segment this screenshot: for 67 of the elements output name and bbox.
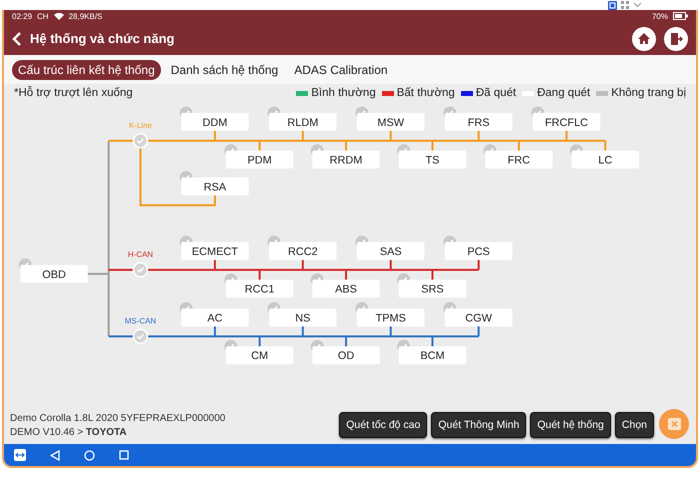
close-icon bbox=[668, 418, 680, 430]
exit-icon bbox=[669, 32, 683, 46]
battery-icon bbox=[673, 12, 688, 20]
module-node[interactable]: SAS bbox=[356, 242, 424, 260]
clock-period: CH bbox=[37, 12, 49, 21]
scan-button[interactable]: Quét hệ thống bbox=[530, 412, 611, 438]
legend-label: Bình thường bbox=[311, 87, 376, 100]
scan-button[interactable]: Chọn bbox=[614, 412, 654, 438]
network-speed: 28,9KB/S bbox=[68, 12, 102, 21]
check-icon bbox=[132, 134, 148, 149]
bus-label: K-Line bbox=[128, 121, 152, 130]
module-node[interactable]: OBD bbox=[20, 265, 88, 284]
legend-label: Đã quét bbox=[476, 87, 516, 100]
remote-app-icon[interactable] bbox=[14, 449, 26, 462]
tab[interactable]: ADAS Calibration bbox=[288, 60, 394, 80]
module-node[interactable]: RSA bbox=[181, 178, 249, 196]
clock: 02:29 bbox=[12, 12, 32, 21]
scan-button[interactable]: Quét Thông Minh bbox=[431, 412, 526, 438]
module-node[interactable]: CGW bbox=[444, 309, 512, 327]
module-node[interactable]: RCC2 bbox=[269, 242, 337, 260]
module-node[interactable]: PDM bbox=[226, 151, 294, 170]
tab[interactable]: Danh sách hệ thống bbox=[164, 60, 284, 80]
module-node[interactable]: RRDM bbox=[312, 151, 380, 170]
module-node[interactable]: CM bbox=[226, 346, 294, 365]
home-button[interactable] bbox=[632, 26, 656, 51]
bus-label: H-CAN bbox=[128, 250, 154, 260]
module-node[interactable]: AC bbox=[181, 309, 249, 327]
module-node[interactable]: FRC bbox=[485, 151, 553, 170]
hint-text: *Hỗ trợ trượt lên xuống bbox=[14, 87, 134, 100]
module-node[interactable]: ABS bbox=[312, 280, 380, 298]
module-node[interactable]: ECMECT bbox=[181, 242, 249, 260]
module-node[interactable]: RCC1 bbox=[226, 280, 294, 298]
module-node[interactable]: FRS bbox=[444, 113, 512, 132]
vehicle-info: Demo Corolla 1.8L 2020 5YFEPRAEXLP000000 bbox=[10, 412, 226, 424]
module-node[interactable]: OD bbox=[312, 346, 380, 365]
scan-button[interactable]: Quét tốc độ cao bbox=[339, 412, 428, 438]
module-node[interactable]: FRCFLC bbox=[532, 113, 600, 132]
window-icon[interactable] bbox=[608, 0, 617, 10]
home-nav-icon[interactable] bbox=[84, 450, 95, 461]
recents-icon[interactable] bbox=[119, 450, 129, 460]
wifi-icon bbox=[54, 12, 64, 20]
module-node[interactable]: DDM bbox=[181, 113, 249, 132]
battery-percent: 70% bbox=[652, 12, 668, 21]
page-title: Hệ thống và chức năng bbox=[30, 31, 176, 46]
chevron-icon[interactable] bbox=[633, 2, 642, 8]
tab[interactable]: Cấu trúc liên kết hệ thống bbox=[12, 60, 161, 80]
back-icon[interactable] bbox=[12, 30, 22, 47]
grid-icon[interactable] bbox=[621, 1, 629, 9]
check-icon bbox=[132, 262, 148, 278]
module-node[interactable]: SRS bbox=[398, 280, 466, 298]
module-node[interactable]: TPMS bbox=[356, 309, 424, 327]
check-icon bbox=[132, 329, 148, 345]
module-node[interactable]: RLDM bbox=[269, 113, 337, 132]
software-version: DEMO V10.46 > TOYOTA bbox=[10, 426, 128, 438]
exit-button[interactable] bbox=[664, 26, 688, 51]
home-icon bbox=[637, 32, 651, 46]
bus-label: MS-CAN bbox=[124, 316, 156, 326]
module-node[interactable]: PCS bbox=[444, 242, 512, 260]
legend-label: Bất thường bbox=[396, 87, 455, 100]
legend-label: Không trang bị bbox=[611, 87, 686, 100]
module-node[interactable]: NS bbox=[269, 309, 337, 327]
module-node[interactable]: BCM bbox=[398, 346, 466, 365]
module-node[interactable]: TS bbox=[398, 151, 466, 170]
legend-label: Đang quét bbox=[537, 87, 590, 100]
module-node[interactable]: MSW bbox=[356, 113, 424, 132]
module-node[interactable]: LC bbox=[572, 151, 640, 170]
back-nav-icon[interactable] bbox=[50, 450, 60, 461]
